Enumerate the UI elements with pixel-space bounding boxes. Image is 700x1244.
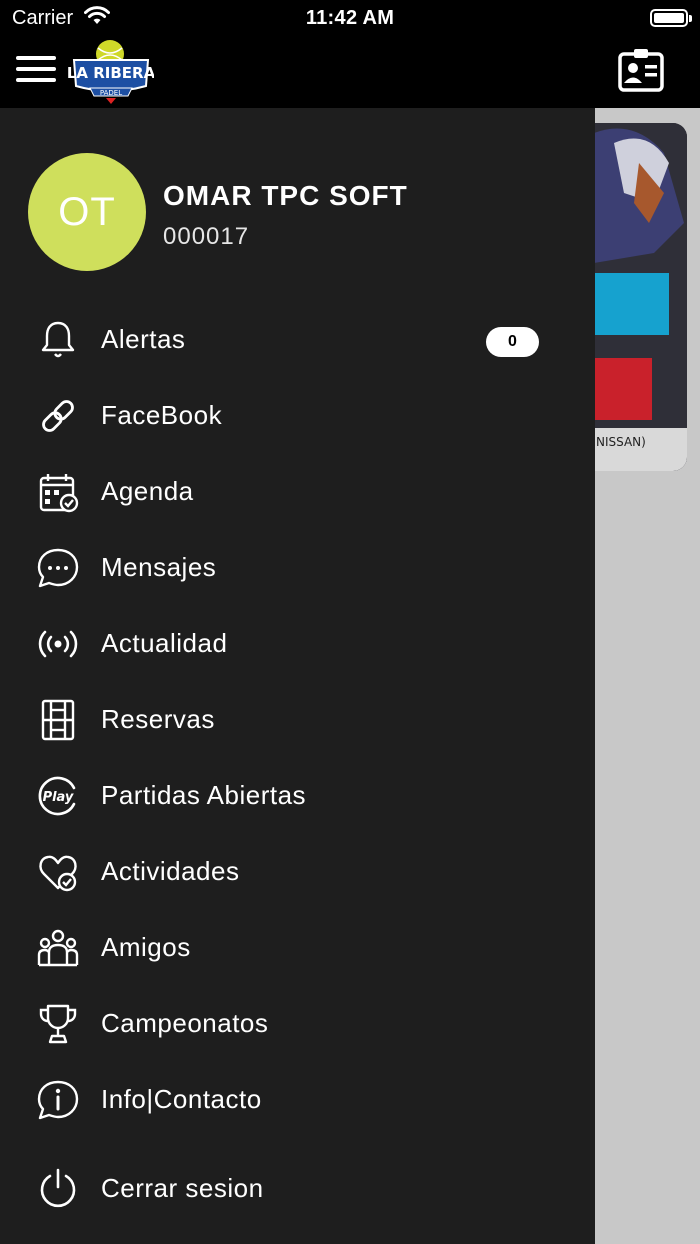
user-name: OMAR TPC SOFT [163, 180, 408, 211]
battery-icon [650, 9, 692, 27]
logo-subtext: PADEL [100, 89, 122, 97]
avatar[interactable]: OT [28, 153, 146, 271]
menu-item-label: Agenda [101, 476, 194, 506]
menu-item-label: Reservas [101, 704, 215, 734]
power-icon [36, 1167, 80, 1211]
menu-item-label: Actualidad [101, 628, 228, 658]
club-logo: LA RIBERA PADEL [67, 38, 156, 104]
menu-item-actividades[interactable]: Actividades [0, 840, 595, 904]
status-bar: Carrier 11:42 AM [0, 0, 700, 36]
play-icon: Play [36, 774, 80, 818]
user-code: 000017 [163, 223, 250, 250]
main-content-scrim[interactable]: NISSAN) [594, 108, 700, 1244]
info-bubble-icon [36, 1078, 80, 1122]
svg-text:Play: Play [43, 790, 74, 805]
menu-item-partidas-abiertas[interactable]: Play Partidas Abiertas [0, 764, 595, 828]
news-image[interactable]: NISSAN) [594, 123, 687, 471]
calendar-check-icon [36, 470, 80, 514]
menu-item-info-contacto[interactable]: Info|Contacto [0, 1068, 595, 1132]
clock: 11:42 AM [305, 7, 395, 29]
link-icon [36, 394, 80, 438]
broadcast-icon [36, 622, 80, 666]
menu-item-label: Actividades [101, 856, 240, 886]
menu-item-label: FaceBook [101, 400, 223, 430]
menu-item-label: Partidas Abiertas [101, 780, 307, 810]
menu-item-label: Alertas [101, 324, 186, 354]
trophy-icon [36, 1002, 80, 1046]
navigation-drawer: OT OMAR TPC SOFT 000017 Alertas 0 FaceBo… [0, 108, 595, 1244]
member-card-button[interactable] [618, 48, 664, 92]
logo-text: LA RIBERA [68, 64, 154, 82]
menu-item-label: Campeonatos [101, 1008, 269, 1038]
menu-item-reservas[interactable]: Reservas [0, 688, 595, 752]
menu-item-alertas[interactable]: Alertas 0 [0, 308, 595, 372]
menu-item-facebook[interactable]: FaceBook [0, 384, 595, 448]
menu-item-actualidad[interactable]: Actualidad [0, 612, 595, 676]
menu-item-label: Amigos [101, 932, 191, 962]
menu-item-amigos[interactable]: Amigos [0, 916, 595, 980]
court-icon [36, 698, 80, 742]
alerts-count-badge: 0 [486, 327, 539, 357]
hamburger-icon [16, 56, 56, 60]
bell-icon [36, 318, 80, 362]
menu-toggle-button[interactable] [16, 54, 58, 86]
menu-item-label: Mensajes [101, 552, 217, 582]
id-card-icon [618, 49, 664, 92]
avatar-initials: OT [58, 189, 116, 234]
menu-item-label: Info|Contacto [101, 1084, 262, 1114]
app-header: LA RIBERA PADEL [0, 36, 700, 108]
menu-item-agenda[interactable]: Agenda [0, 460, 595, 524]
heart-check-icon [36, 850, 80, 894]
menu-item-cerrar-sesion[interactable]: Cerrar sesion [0, 1157, 595, 1221]
menu-item-campeonatos[interactable]: Campeonatos [0, 992, 595, 1056]
svg-text:NISSAN): NISSAN) [596, 435, 646, 449]
chat-bubble-icon [36, 546, 80, 590]
group-icon [36, 926, 80, 970]
menu-item-mensajes[interactable]: Mensajes [0, 536, 595, 600]
menu-item-label: Cerrar sesion [101, 1173, 264, 1203]
